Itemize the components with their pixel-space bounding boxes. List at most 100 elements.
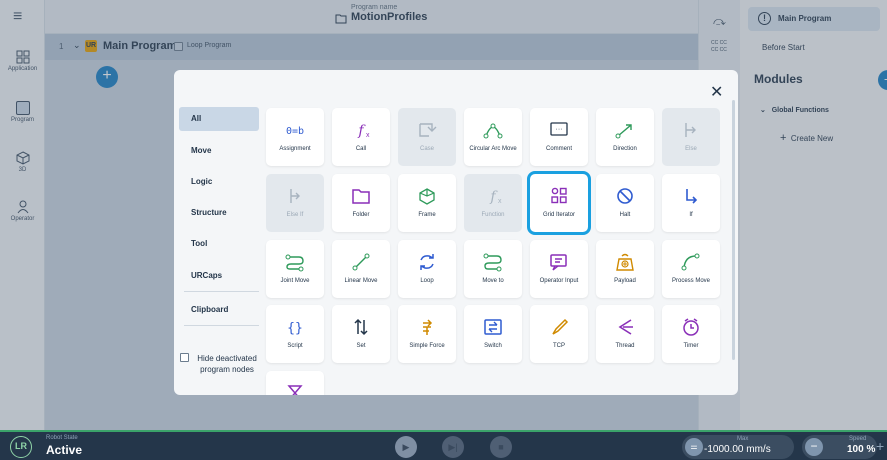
category-tool[interactable]: Tool [179, 232, 259, 256]
node-tile-call[interactable]: f x Call [332, 108, 390, 166]
category-all[interactable]: All [179, 107, 259, 131]
function-icon: fx [489, 189, 502, 205]
stop-icon: ■ [498, 442, 504, 452]
max-value: -1000.00 mm/s [704, 444, 771, 455]
node-tile-joint-move[interactable]: Joint Move [266, 240, 324, 298]
stop-button[interactable]: ■ [490, 436, 512, 458]
max-label: Max [737, 436, 749, 442]
node-tile-label: If [689, 212, 693, 218]
thread-icon [618, 319, 633, 335]
node-tile-move-to[interactable]: Move to [464, 240, 522, 298]
comment-icon: ··· [550, 122, 568, 136]
divider [184, 291, 259, 292]
node-tile-script[interactable]: {} Script [266, 305, 324, 363]
process-move-icon [681, 253, 700, 271]
robot-state-value: Active [46, 443, 83, 457]
node-tile-tcp[interactable]: TCP [530, 305, 588, 363]
node-tile-label: Function [481, 212, 505, 218]
speed-label: Speed [849, 436, 867, 442]
node-tile-assignment[interactable]: 0=b Assignment [266, 108, 324, 166]
hide-deactivated-label: Hide deactivated program nodes [197, 354, 257, 374]
node-tile-label: Else If [286, 212, 304, 218]
node-tile-label: Case [419, 146, 434, 152]
speed-value: 100 % [847, 444, 876, 455]
sliders-icon: ⚌ [685, 438, 703, 456]
category-logic[interactable]: Logic [179, 170, 259, 194]
node-tile-frame[interactable]: Frame [398, 174, 456, 232]
timer-icon [683, 318, 699, 336]
plus-icon[interactable]: + [876, 438, 884, 454]
node-tile-label: Assignment [279, 146, 311, 152]
add-node-dialog: ✕ All Move Logic Structure Tool URCaps C… [174, 70, 738, 395]
node-tile-halt[interactable]: Halt [596, 174, 654, 232]
svg-text:···: ··· [556, 126, 563, 133]
node-tile-label: Set [356, 343, 366, 349]
ur-logo-icon[interactable]: LR [10, 436, 32, 458]
svg-text:0=b: 0=b [286, 126, 304, 137]
play-button[interactable]: ▶ [395, 436, 417, 458]
payload-icon [616, 253, 634, 271]
node-tile-timer[interactable]: Timer [662, 305, 720, 363]
node-tile-folder[interactable]: Folder [332, 174, 390, 232]
frame-icon [419, 188, 435, 205]
node-tile-else-if[interactable]: Else If [266, 174, 324, 232]
category-move[interactable]: Move [179, 139, 259, 163]
node-tile-label: Payload [614, 278, 636, 284]
node-tile-switch[interactable]: Switch [464, 305, 522, 363]
category-clipboard[interactable]: Clipboard [179, 298, 259, 322]
node-tile-label: Circular Arc Move [469, 146, 517, 152]
node-tile-case[interactable]: Case [398, 108, 456, 166]
node-tile-label: Thread [615, 343, 635, 349]
node-tile-label: Loop [420, 278, 434, 284]
play-icon: ▶ [402, 442, 410, 452]
node-tile-label: Frame [418, 212, 436, 218]
node-tile-circular-arc-move[interactable]: Circular Arc Move [464, 108, 522, 166]
node-tile-else[interactable]: Else [662, 108, 720, 166]
node-tile-if[interactable]: If [662, 174, 720, 232]
node-tile-label: Linear Move [344, 278, 378, 284]
wait-icon [287, 385, 303, 395]
node-tile-loop[interactable]: Loop [398, 240, 456, 298]
folder-icon [352, 189, 370, 204]
node-tile-operator-input[interactable]: Operator Input [530, 240, 588, 298]
else-if-icon [290, 189, 300, 203]
function-call-icon: fx [357, 123, 370, 139]
minus-icon[interactable]: − [805, 438, 823, 456]
node-tile-label: Else [685, 146, 697, 152]
switch-icon [484, 319, 502, 335]
node-tile-label: Simple Force [409, 343, 445, 349]
node-tile-label: Operator Input [539, 278, 579, 284]
node-tile-comment[interactable]: ··· Comment [530, 108, 588, 166]
hide-deactivated-checkbox[interactable] [180, 353, 189, 362]
speed-control[interactable]: − Speed 100 % [802, 435, 877, 459]
node-tile-grid-iterator[interactable]: Grid Iterator [527, 171, 591, 235]
node-tile-simple-force[interactable]: Simple Force [398, 305, 456, 363]
node-tile-label: Joint Move [280, 278, 310, 284]
svg-text:x: x [498, 198, 502, 205]
else-icon [685, 123, 696, 137]
max-speed-control[interactable]: ⚌ Max -1000.00 mm/s [682, 435, 794, 459]
node-tile-wait[interactable] [266, 371, 324, 395]
node-tile-function[interactable]: f x Function [464, 174, 522, 232]
assignment-icon: 0=b [286, 126, 304, 137]
node-tile-label: Call [355, 146, 367, 152]
node-tile-payload[interactable]: Payload [596, 240, 654, 298]
node-tile-thread[interactable]: Thread [596, 305, 654, 363]
step-button[interactable]: ▶| [442, 436, 464, 458]
category-urcaps[interactable]: URCaps [179, 264, 259, 288]
node-tile-label: Halt [619, 212, 631, 218]
node-tile-direction[interactable]: Direction [596, 108, 654, 166]
node-tile-linear-move[interactable]: Linear Move [332, 240, 390, 298]
loop-icon [420, 254, 434, 270]
step-icon: ▶| [448, 442, 458, 452]
divider [184, 325, 259, 326]
node-tile-set[interactable]: Set [332, 305, 390, 363]
node-tile-label: Timer [683, 343, 699, 349]
close-icon[interactable]: ✕ [710, 82, 723, 102]
category-structure[interactable]: Structure [179, 201, 259, 225]
node-tile-label: Switch [484, 343, 502, 349]
if-icon [686, 189, 698, 204]
scrollbar[interactable] [732, 100, 735, 360]
node-tile-process-move[interactable]: Process Move [662, 240, 720, 298]
linear-move-icon [352, 253, 370, 271]
